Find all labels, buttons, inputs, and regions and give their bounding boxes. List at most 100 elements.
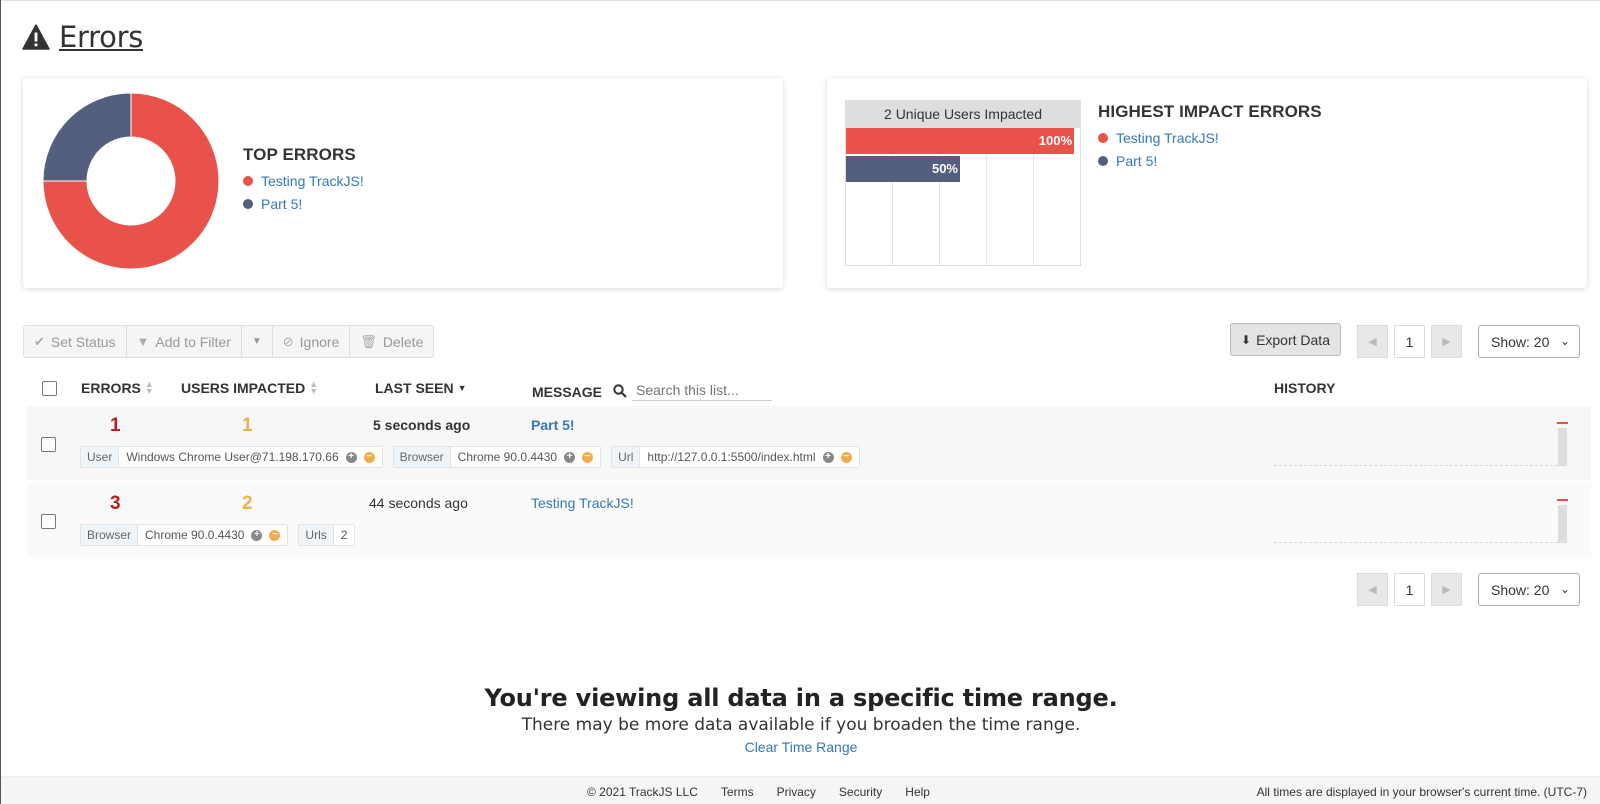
- bulk-action-toolbar: ✔ Set Status ▼ Add to Filter ▼ ⊘ Ignore …: [23, 325, 435, 358]
- plus-circle-icon[interactable]: +: [822, 451, 834, 463]
- footer-link-privacy[interactable]: Privacy: [777, 785, 816, 799]
- top-errors-legend-item[interactable]: Part 5!: [243, 196, 364, 212]
- row-filter-chips: Browser Chrome 90.0.4430 + − Urls 2: [80, 524, 365, 546]
- sparkline-marker: [1557, 422, 1568, 424]
- chevron-down-icon: ⌄: [1559, 334, 1570, 348]
- last-seen-time: 5 seconds ago: [373, 417, 471, 433]
- page-title: Errors: [22, 20, 143, 54]
- top-errors-legend-item[interactable]: Testing TrackJS!: [243, 173, 364, 189]
- legend-label: Part 5!: [261, 196, 303, 212]
- chip-value: Chrome 90.0.4430: [457, 450, 558, 464]
- footer-link-security[interactable]: Security: [839, 785, 882, 799]
- footer-copyright: © 2021 TrackJS LLC: [587, 785, 698, 799]
- page-size-select[interactable]: Show: 20 ⌄: [1478, 325, 1580, 358]
- impact-bar-part-5[interactable]: 50%: [846, 156, 960, 182]
- impact-grid: 100% 50%: [846, 128, 1080, 265]
- set-status-button[interactable]: ✔ Set Status: [24, 326, 127, 357]
- message-header-label: MESSAGE: [532, 384, 603, 400]
- users-header-label: USERS IMPACTED: [181, 380, 306, 396]
- footer-link-help[interactable]: Help: [905, 785, 930, 799]
- history-sparkline: [1274, 499, 1568, 543]
- impact-bar-chart: 2 Unique Users Impacted 100% 50%: [845, 100, 1081, 266]
- impact-bar-testing-trackjs[interactable]: 100%: [846, 128, 1074, 154]
- impact-legend-item[interactable]: Part 5!: [1098, 153, 1322, 169]
- export-data-button[interactable]: ⬇ Export Data: [1230, 323, 1341, 356]
- sparkline-bar: [1558, 505, 1567, 543]
- users-impacted-count: 2: [242, 493, 253, 514]
- add-to-filter-button[interactable]: ▼ Add to Filter: [127, 326, 242, 357]
- page-size-select[interactable]: Show: 20 ⌄: [1478, 573, 1580, 606]
- clear-time-range-link[interactable]: Clear Time Range: [1, 739, 1600, 755]
- history-sparkline: [1274, 422, 1568, 466]
- pagination-top: ◀ 1 ▶: [1357, 325, 1462, 358]
- check-circle-icon: ✔: [34, 333, 45, 349]
- errors-column-header[interactable]: ERRORS ▲ ▼: [81, 379, 154, 397]
- export-data-label: Export Data: [1256, 331, 1330, 348]
- error-message-link[interactable]: Part 5!: [531, 417, 575, 433]
- footer-link-terms[interactable]: Terms: [721, 785, 754, 799]
- next-page-button[interactable]: ▶: [1431, 573, 1462, 606]
- last-seen-time: 44 seconds ago: [369, 495, 468, 511]
- add-to-filter-label: Add to Filter: [155, 333, 231, 350]
- message-column-header: MESSAGE: [532, 384, 602, 400]
- minus-circle-icon[interactable]: −: [269, 529, 281, 541]
- prev-page-button[interactable]: ◀: [1357, 325, 1388, 358]
- minus-circle-icon[interactable]: −: [840, 451, 852, 463]
- row-checkbox[interactable]: [41, 437, 56, 452]
- timezone-note: All times are displayed in your browser'…: [1256, 785, 1587, 799]
- donut-slice-part-5[interactable]: [42, 92, 132, 182]
- table-row[interactable]: 1 1 5 seconds ago Part 5! User Windows C…: [27, 406, 1591, 480]
- eye-slash-icon: ⊘: [282, 333, 294, 349]
- users-impacted-count: 1: [242, 415, 253, 436]
- ignore-label: Ignore: [299, 333, 340, 350]
- sort-icon: ▲ ▼: [144, 379, 154, 396]
- minus-circle-icon[interactable]: −: [582, 451, 594, 463]
- search-input[interactable]: [632, 380, 772, 401]
- select-all-checkbox[interactable]: [42, 381, 57, 396]
- search-box: [613, 380, 772, 401]
- top-border: [1, 0, 1600, 1]
- table-row[interactable]: 3 2 44 seconds ago Testing TrackJS! Brow…: [27, 483, 1591, 557]
- plus-circle-icon[interactable]: +: [345, 451, 357, 463]
- last-seen-column-header[interactable]: LAST SEEN ▼: [375, 380, 467, 396]
- history-column-header: HISTORY: [1274, 380, 1335, 396]
- chip-key: Url: [612, 447, 641, 467]
- next-page-button[interactable]: ▶: [1431, 325, 1462, 358]
- history-header-label: HISTORY: [1274, 380, 1336, 396]
- minus-circle-icon[interactable]: −: [363, 451, 375, 463]
- browser-chip: Browser Chrome 90.0.4430 + −: [392, 446, 602, 468]
- impact-heading: HIGHEST IMPACT ERRORS: [1098, 102, 1322, 121]
- errors-header-label: ERRORS: [81, 380, 141, 396]
- ignore-button[interactable]: ⊘ Ignore: [273, 326, 351, 357]
- footer: © 2021 TrackJS LLC Terms Privacy Securit…: [1, 776, 1600, 804]
- top-errors-heading: TOP ERRORS: [243, 145, 356, 164]
- current-page[interactable]: 1: [1394, 325, 1425, 358]
- top-errors-panel: TOP ERRORS Testing TrackJS! Part 5!: [23, 78, 783, 288]
- chip-key: Browser: [393, 447, 451, 467]
- plus-circle-icon[interactable]: +: [251, 529, 263, 541]
- legend-label: Testing TrackJS!: [261, 173, 364, 189]
- page-size-value: Show: 20: [1491, 333, 1550, 350]
- legend-label: Testing TrackJS!: [1116, 130, 1219, 146]
- sparkline-baseline: [1274, 542, 1558, 543]
- trash-icon: 🗑: [360, 333, 377, 349]
- impact-legend-item[interactable]: Testing TrackJS!: [1098, 130, 1322, 146]
- plus-circle-icon[interactable]: +: [564, 451, 576, 463]
- sparkline-baseline: [1274, 465, 1558, 466]
- highest-impact-panel: 2 Unique Users Impacted 100% 50% HIGHEST…: [827, 78, 1587, 288]
- users-impacted-column-header[interactable]: USERS IMPACTED ▲ ▼: [181, 380, 318, 397]
- delete-button[interactable]: 🗑 Delete: [350, 326, 433, 357]
- row-checkbox[interactable]: [41, 514, 56, 529]
- urls-chip: Urls 2: [298, 524, 356, 546]
- error-count: 3: [110, 493, 121, 514]
- prev-page-button[interactable]: ◀: [1357, 573, 1388, 606]
- error-message-link[interactable]: Testing TrackJS!: [531, 495, 634, 511]
- current-page[interactable]: 1: [1394, 573, 1425, 606]
- legend-label: Part 5!: [1116, 153, 1158, 169]
- search-icon: [613, 383, 627, 398]
- add-to-filter-dropdown[interactable]: ▼: [242, 326, 273, 357]
- error-count: 1: [110, 415, 121, 436]
- page-title-text[interactable]: Errors: [59, 20, 143, 54]
- chip-key: Browser: [81, 525, 139, 545]
- chip-value: http://127.0.0.1:5500/index.html: [647, 450, 816, 464]
